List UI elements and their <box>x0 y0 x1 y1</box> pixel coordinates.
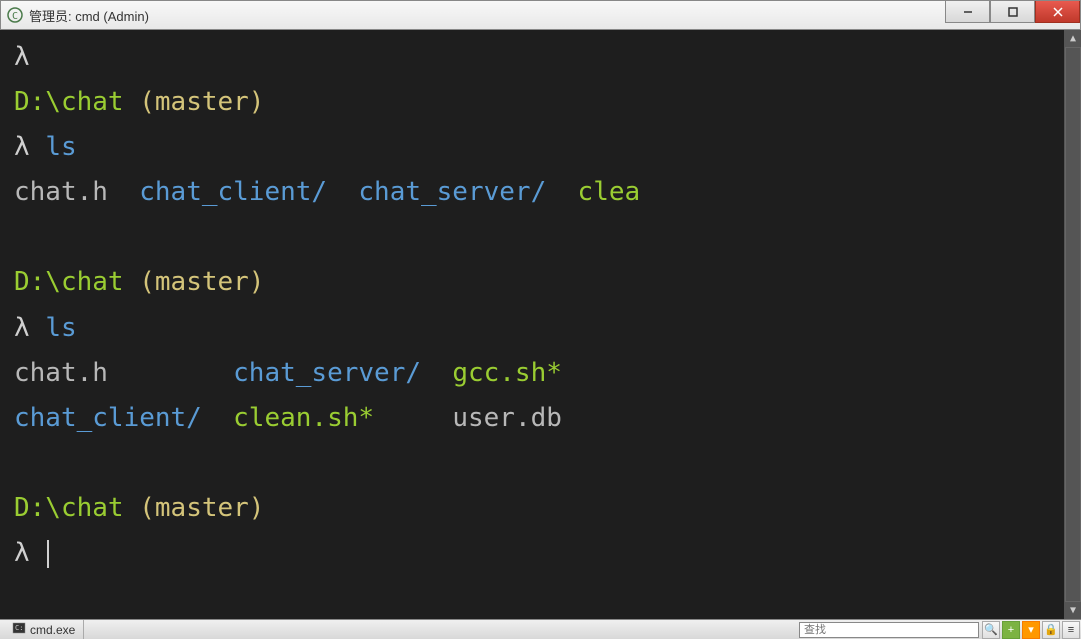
console-tab[interactable]: C: cmd.exe <box>4 620 84 639</box>
terminal-text: λ <box>14 42 30 72</box>
terminal-line <box>14 220 1067 255</box>
cursor <box>47 540 49 568</box>
terminal-text: D:\chat <box>14 87 139 117</box>
console-tab-label: cmd.exe <box>30 623 75 637</box>
scroll-down-button[interactable]: ▼ <box>1065 602 1081 619</box>
close-button[interactable] <box>1035 1 1080 23</box>
terminal-text: λ <box>14 132 45 162</box>
terminal-line: D:\chat (master) <box>14 85 1067 120</box>
terminal-text: D:\chat <box>14 267 139 297</box>
terminal-line: λ <box>14 40 1067 75</box>
terminal-line: D:\chat (master) <box>14 491 1067 526</box>
terminal-text: chat_server/ <box>233 358 421 388</box>
vertical-scrollbar[interactable]: ▲ ▼ <box>1064 30 1081 619</box>
terminal-text <box>327 177 358 207</box>
terminal-text: chat_client/ <box>14 403 202 433</box>
terminal-text: D:\chat <box>14 493 139 523</box>
terminal-line: λ ls <box>14 311 1067 346</box>
terminal-text: chat.h <box>14 358 233 388</box>
terminal-text: chat.h <box>14 177 139 207</box>
terminal-text: chat_server/ <box>358 177 546 207</box>
terminal-text <box>14 222 30 252</box>
lock-icon[interactable]: 🔒 <box>1042 621 1060 639</box>
scroll-up-button[interactable]: ▲ <box>1065 30 1081 47</box>
terminal-text: (master) <box>139 87 264 117</box>
scroll-thumb[interactable] <box>1065 47 1081 602</box>
titlebar[interactable]: C 管理员: cmd (Admin) <box>0 0 1081 30</box>
terminal-text <box>202 403 233 433</box>
svg-text:C: C <box>12 11 18 22</box>
terminal-text: ls <box>45 132 76 162</box>
add-console-button[interactable]: + <box>1002 621 1020 639</box>
menu-button[interactable]: ≡ <box>1062 621 1080 639</box>
terminal-line: chat.h chat_client/ chat_server/ clea <box>14 175 1067 210</box>
terminal-output[interactable]: λ D:\chat (master) λ ls chat.h chat_client/… <box>0 30 1081 619</box>
titlebar-text: 管理员: cmd (Admin) <box>29 6 149 25</box>
terminal-text: λ <box>14 538 45 568</box>
maximize-button[interactable] <box>990 1 1035 23</box>
terminal-text <box>421 358 452 388</box>
terminal-line: λ ls <box>14 130 1067 165</box>
search-icon[interactable]: 🔍 <box>982 621 1000 639</box>
terminal-line: λ <box>14 536 1067 571</box>
terminal-text: clean.sh* <box>233 403 374 433</box>
terminal-text: clea <box>578 177 641 207</box>
terminal-text <box>546 177 577 207</box>
search-input[interactable] <box>799 622 979 638</box>
terminal-text <box>374 403 452 433</box>
terminal-text: (master) <box>139 267 264 297</box>
terminal-text: ls <box>45 313 76 343</box>
terminal-text: user.db <box>452 403 562 433</box>
statusbar: C: cmd.exe 🔍 + ▾ 🔒 ≡ <box>0 619 1081 639</box>
terminal-line: chat_client/ clean.sh* user.db <box>14 401 1067 436</box>
terminal-text <box>14 448 30 478</box>
terminal-text: chat_client/ <box>139 177 327 207</box>
svg-text:C:: C: <box>15 624 23 632</box>
terminal-line <box>14 446 1067 481</box>
minimize-button[interactable] <box>945 1 990 23</box>
window-controls <box>945 1 1080 23</box>
terminal-text: λ <box>14 313 45 343</box>
console-tab-icon: C: <box>12 621 26 638</box>
terminal-line: chat.h chat_server/ gcc.sh* <box>14 356 1067 391</box>
terminal-text: gcc.sh* <box>452 358 562 388</box>
terminal-text: (master) <box>139 493 264 523</box>
terminal-line: D:\chat (master) <box>14 265 1067 300</box>
dropdown-button[interactable]: ▾ <box>1022 621 1040 639</box>
app-icon: C <box>7 7 23 23</box>
